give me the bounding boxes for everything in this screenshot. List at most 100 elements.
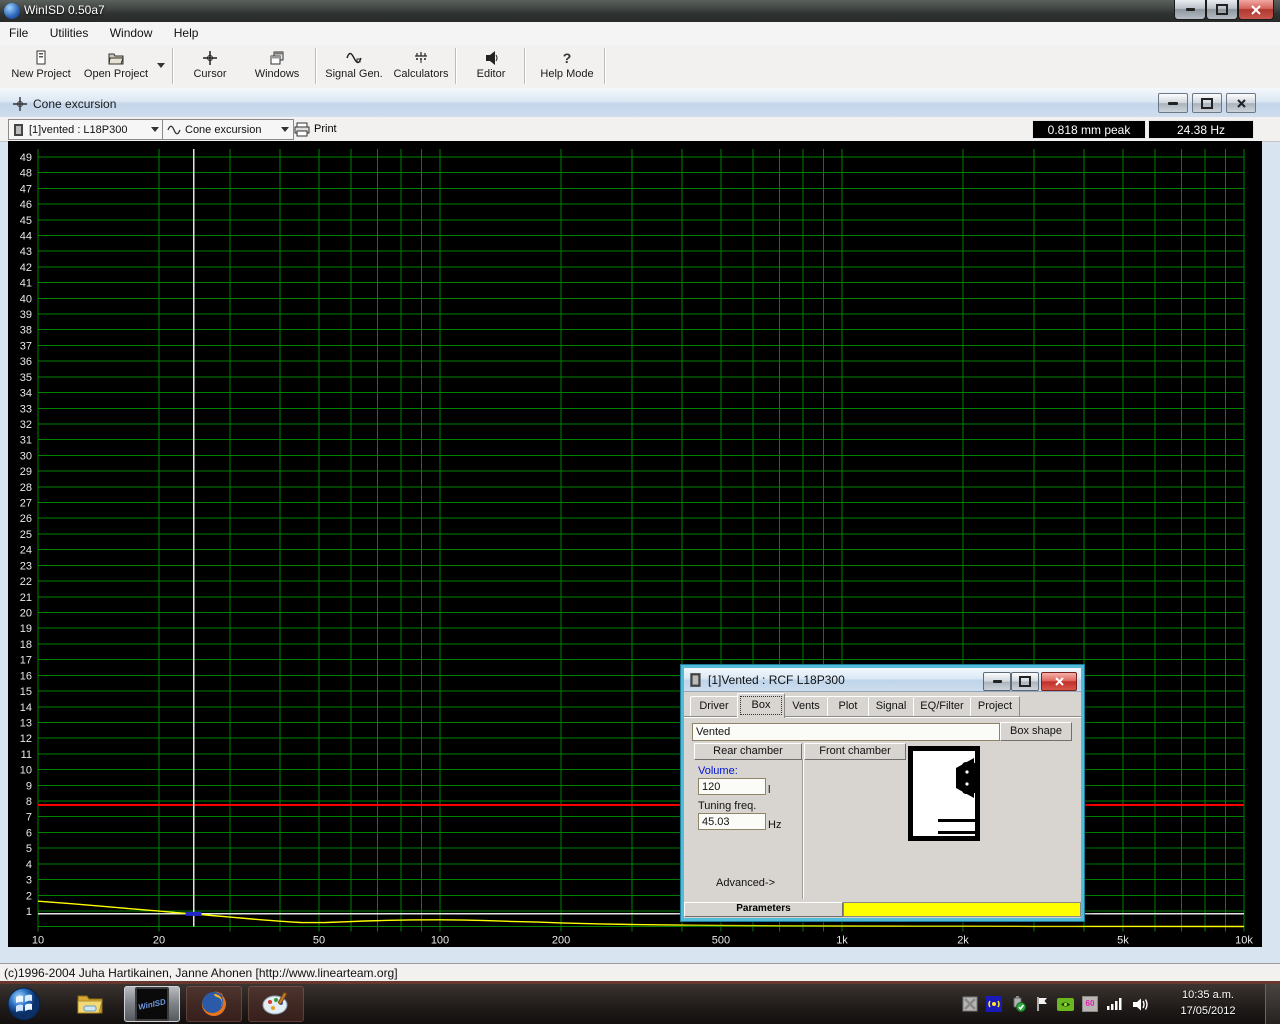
nvidia-tray-icon[interactable] <box>1057 997 1074 1012</box>
restore-icon <box>1216 4 1228 15</box>
svg-text:10k: 10k <box>1235 935 1253 947</box>
paint-palette-icon <box>261 990 291 1018</box>
help-mode-label: Help Mode <box>540 68 593 80</box>
tab-driver[interactable]: Driver <box>690 696 738 717</box>
parameters-header[interactable]: Parameters <box>684 902 843 917</box>
rear-chamber-tab[interactable]: Rear chamber <box>694 743 802 760</box>
close-icon <box>1055 677 1064 686</box>
minimize-icon <box>1186 8 1195 11</box>
signal-gen-button[interactable]: Signal Gen. <box>322 47 386 85</box>
tuning-input[interactable]: 45.03 <box>698 813 766 830</box>
taskbar-clock[interactable]: 10:35 a.m. 17/05/2012 <box>1158 987 1258 1019</box>
project-window-titlebar[interactable]: [1]Vented : RCF L18P300 <box>684 668 1081 692</box>
svg-text:22: 22 <box>20 576 32 588</box>
svg-text:27: 27 <box>20 498 32 510</box>
box-type-select[interactable]: Vented <box>692 723 1000 741</box>
open-project-dropdown[interactable] <box>157 63 165 68</box>
calculators-button[interactable]: Calculators <box>390 47 452 85</box>
svg-text:15: 15 <box>20 686 32 698</box>
network-signal-icon[interactable] <box>1106 997 1124 1011</box>
wireless-tray-icon[interactable] <box>986 996 1002 1012</box>
print-label: Print <box>314 123 337 135</box>
box-shape-button[interactable]: Box shape <box>1000 722 1072 741</box>
windows-button[interactable]: Windows <box>246 47 308 85</box>
start-button[interactable] <box>6 986 42 1022</box>
front-chamber-tab[interactable]: Front chamber <box>804 743 906 760</box>
taskbar-firefox-button[interactable] <box>186 986 242 1022</box>
taskbar-explorer-button[interactable] <box>62 986 118 1022</box>
taskbar-winisd-button[interactable]: WinISD <box>124 986 180 1022</box>
cursor-label: Cursor <box>193 68 226 80</box>
project-restore-button[interactable] <box>1011 672 1039 691</box>
plot-minimize-button[interactable] <box>1158 93 1188 113</box>
status-text: (c)1996-2004 Juha Hartikainen, Janne Aho… <box>4 966 398 980</box>
minimize-button[interactable] <box>1174 0 1206 20</box>
project-selector-value: [1]vented : L18P300 <box>29 124 147 136</box>
action-center-flag-icon[interactable] <box>1035 996 1049 1012</box>
menu-window[interactable]: Window <box>101 22 162 44</box>
svg-text:26: 26 <box>20 513 32 525</box>
svg-text:20: 20 <box>20 608 32 620</box>
advanced-button[interactable]: Advanced-> <box>716 877 775 889</box>
chevron-down-icon <box>281 127 289 132</box>
volume-icon[interactable] <box>1132 997 1150 1012</box>
minimize-icon <box>1168 102 1178 105</box>
cursor-icon <box>202 50 218 66</box>
svg-text:200: 200 <box>552 935 570 947</box>
tab-signal[interactable]: Signal <box>868 696 914 717</box>
restore-button[interactable] <box>1206 0 1238 20</box>
plot-window-title: Cone excursion <box>33 97 116 111</box>
cursor-button[interactable]: Cursor <box>180 47 240 85</box>
plot-toolbar: [1]vented : L18P300 Cone excursion Print… <box>0 117 1280 142</box>
volume-input[interactable]: 120 <box>698 778 766 795</box>
svg-text:11: 11 <box>21 749 32 761</box>
svg-text:38: 38 <box>20 325 32 337</box>
editor-button[interactable]: Editor <box>462 47 520 85</box>
tab-eq-filter[interactable]: EQ/Filter <box>913 696 971 717</box>
svg-text:6: 6 <box>26 827 32 839</box>
project-minimize-button[interactable] <box>983 672 1011 691</box>
windows-label: Windows <box>255 68 300 80</box>
minimize-icon <box>993 680 1002 683</box>
plot-close-button[interactable] <box>1226 93 1256 113</box>
new-project-button[interactable]: New Project <box>8 47 74 85</box>
taskbar-paint-button[interactable] <box>248 986 304 1022</box>
svg-text:44: 44 <box>20 230 32 242</box>
menu-file[interactable]: File <box>0 22 37 44</box>
print-button[interactable]: Print <box>294 120 337 138</box>
usb-safely-remove-icon[interactable] <box>1010 996 1027 1012</box>
tab-project[interactable]: Project <box>970 696 1020 717</box>
svg-text:48: 48 <box>20 168 32 180</box>
svg-text:8: 8 <box>26 796 32 808</box>
new-project-label: New Project <box>11 68 70 80</box>
printer-icon <box>294 122 310 137</box>
close-button[interactable] <box>1238 0 1274 20</box>
desktop: WinISD 0.50a7 File Utilities Window Help… <box>0 0 1280 1024</box>
tab-box[interactable]: Box <box>737 693 785 718</box>
taskbar: WinISD 60 <box>0 984 1280 1024</box>
plot-restore-button[interactable] <box>1192 93 1222 113</box>
svg-text:28: 28 <box>20 482 32 494</box>
project-selector[interactable]: [1]vented : L18P300 <box>8 119 164 140</box>
toolbar-separator <box>455 48 456 84</box>
show-desktop-button[interactable] <box>1265 984 1280 1024</box>
svg-text:9: 9 <box>26 780 32 792</box>
graph-type-selector[interactable]: Cone excursion <box>162 119 294 140</box>
tab-vents[interactable]: Vents <box>784 696 828 717</box>
menu-help[interactable]: Help <box>165 22 208 44</box>
help-mode-button[interactable]: ? Help Mode <box>532 47 602 85</box>
tuning-unit: Hz <box>768 819 781 831</box>
menu-utilities[interactable]: Utilities <box>41 22 98 44</box>
tab-plot[interactable]: Plot <box>827 696 869 717</box>
toolbar-separator <box>604 48 605 84</box>
tray-badge-icon[interactable]: 60 <box>1082 996 1098 1012</box>
svg-text:41: 41 <box>20 278 32 290</box>
open-project-button[interactable]: Open Project <box>78 47 154 85</box>
graph-type-value: Cone excursion <box>185 124 277 136</box>
project-close-button[interactable] <box>1041 672 1077 691</box>
clock-date: 17/05/2012 <box>1158 1003 1258 1019</box>
calculators-label: Calculators <box>393 68 448 80</box>
tray-app-icon[interactable] <box>962 996 978 1012</box>
svg-text:3: 3 <box>26 875 32 887</box>
svg-text:33: 33 <box>20 403 32 415</box>
